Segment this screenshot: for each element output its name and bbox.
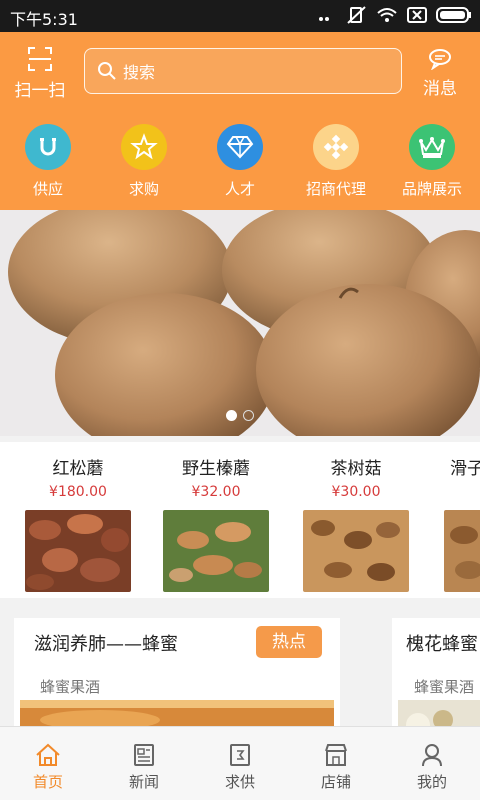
category-label: 人才	[224, 180, 255, 198]
star-icon	[121, 124, 167, 170]
article-title: 滋润养肺——蜂蜜	[34, 634, 178, 655]
battery-icon	[436, 6, 472, 24]
scan-label: 扫一扫	[14, 81, 66, 101]
article-image	[398, 700, 480, 726]
product-price: ¥32.00	[191, 484, 241, 500]
product-name: 茶树菇	[330, 459, 382, 479]
product-name: 野生榛蘑	[182, 459, 250, 479]
tab-mine[interactable]: 我的	[384, 727, 480, 800]
carousel-indicators	[226, 410, 254, 421]
status-bar: 下午5:31	[0, 0, 480, 32]
news-icon	[134, 744, 154, 766]
message-button[interactable]: 消息	[414, 48, 466, 99]
search-placeholder: 搜索	[123, 63, 156, 82]
product-strip: 红松蘑 ¥180.00 野生榛蘑 ¥32.00 茶树菇 ¥30.00 滑子	[0, 442, 480, 598]
search-box[interactable]: 搜索	[84, 48, 402, 94]
wifi-icon	[376, 6, 398, 24]
category-label: 品牌展示	[401, 180, 462, 198]
user-icon	[422, 744, 442, 767]
tab-label: 店铺	[320, 773, 351, 791]
carousel-dot-active[interactable]	[226, 410, 237, 421]
product-name: 滑子	[450, 459, 480, 479]
tab-label: 新闻	[128, 773, 159, 791]
product-card[interactable]: 红松蘑 ¥180.00	[18, 442, 138, 592]
header: 扫一扫 搜索 消息 供应 求购 人才 招商代理 品牌展示	[0, 32, 480, 210]
search-icon	[98, 62, 116, 80]
category-supply[interactable]: 供应	[0, 124, 96, 199]
category-label: 供应	[32, 180, 63, 198]
category-label: 招商代理	[305, 180, 366, 198]
product-price: ¥30.00	[331, 484, 381, 500]
article-subtitle: 蜂蜜果酒	[40, 678, 101, 696]
tab-label: 我的	[416, 773, 447, 791]
banner-image-mushrooms	[0, 210, 480, 436]
crown-icon	[409, 124, 455, 170]
product-price: ¥180.00	[49, 484, 107, 500]
article-title: 槐花蜂蜜	[406, 634, 478, 655]
bottom-tab-bar: 首页 新闻 求供 店铺 我的	[0, 726, 480, 800]
scan-button[interactable]: 扫一扫	[10, 46, 70, 101]
tab-news[interactable]: 新闻	[96, 727, 192, 800]
tab-home[interactable]: 首页	[0, 727, 96, 800]
product-image	[303, 510, 409, 592]
diamond-icon	[217, 124, 263, 170]
product-card[interactable]: 滑子	[436, 442, 480, 592]
message-label: 消息	[423, 79, 457, 99]
article-card[interactable]: 槐花蜂蜜 蜂蜜果酒	[392, 618, 480, 726]
tab-label: 求供	[224, 773, 255, 791]
category-talent[interactable]: 人才	[192, 124, 288, 199]
product-image	[444, 510, 480, 592]
status-icons	[316, 6, 472, 24]
category-brand[interactable]: 品牌展示	[384, 124, 480, 199]
no-sim-icon	[406, 6, 428, 24]
more-dots-icon	[316, 6, 338, 24]
shop-icon	[325, 744, 347, 766]
article-subtitle: 蜂蜜果酒	[414, 678, 475, 696]
tab-supply[interactable]: 求供	[192, 727, 288, 800]
home-icon	[36, 743, 60, 766]
banner-carousel[interactable]	[0, 210, 480, 436]
category-franchise[interactable]: 招商代理	[288, 124, 384, 199]
article-cards: 滋润养肺——蜂蜜 热点 蜂蜜果酒 槐花蜂蜜 蜂蜜果酒	[0, 604, 480, 726]
carousel-dot[interactable]	[243, 410, 254, 421]
scan-icon	[28, 47, 52, 71]
product-price	[436, 484, 480, 500]
category-nav: 供应 求购 人才 招商代理 品牌展示	[0, 124, 480, 199]
product-image	[25, 510, 131, 592]
tab-shop[interactable]: 店铺	[288, 727, 384, 800]
product-card[interactable]: 茶树菇 ¥30.00	[296, 442, 416, 592]
status-time: 下午5:31	[10, 10, 78, 29]
diamond-dots-icon	[313, 124, 359, 170]
supply-icon	[230, 744, 250, 766]
chat-bubble-icon	[429, 49, 451, 70]
category-label: 求购	[128, 180, 159, 198]
product-card[interactable]: 野生榛蘑 ¥32.00	[156, 442, 276, 592]
vibrate-mute-icon	[346, 6, 368, 24]
product-image	[163, 510, 269, 592]
article-card[interactable]: 滋润养肺——蜂蜜 热点 蜂蜜果酒	[14, 618, 340, 726]
hot-badge: 热点	[256, 626, 322, 658]
tab-label: 首页	[32, 773, 63, 791]
article-image	[20, 700, 334, 726]
u-magnet-icon	[25, 124, 71, 170]
category-purchase[interactable]: 求购	[96, 124, 192, 199]
product-name: 红松蘑	[52, 459, 104, 479]
